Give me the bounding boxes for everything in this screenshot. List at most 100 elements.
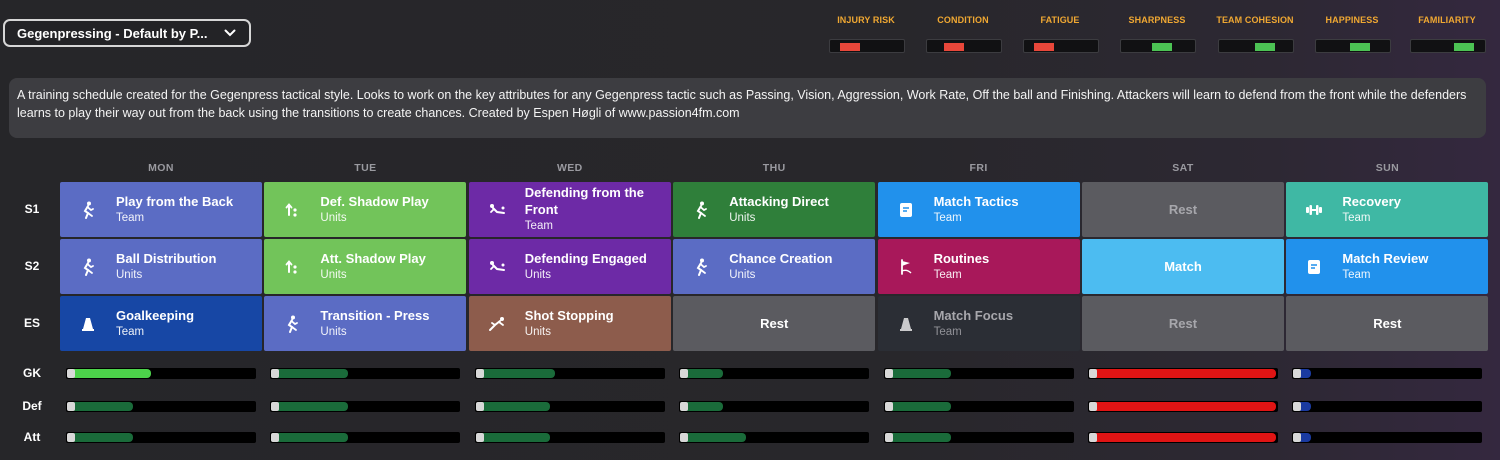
slot-name: Att. Shadow Play	[320, 250, 426, 266]
training-slot-sat-s1[interactable]: Rest	[1082, 182, 1284, 237]
day-header-wed: WED	[556, 162, 583, 174]
load-bar-start-marker	[680, 369, 689, 378]
session-header-s2: S2	[24, 259, 40, 273]
load-bar-start-marker	[1293, 369, 1302, 378]
slot-name: Ball Distribution	[116, 250, 217, 266]
slot-name: Goalkeeping	[116, 307, 195, 323]
load-bar-fill	[482, 369, 555, 378]
slot-text: Defending from the Front Team	[525, 184, 671, 235]
training-slot-wed-s1[interactable]: Defending from the Front Team	[468, 182, 671, 237]
load-bar-sun-gk	[1292, 368, 1483, 379]
training-schedule-screen: Gegenpressing - Default by P... INJURY R…	[0, 0, 1500, 460]
slot-unit: Team	[116, 211, 145, 224]
load-bar-start-marker	[271, 433, 280, 442]
day-header-sun: SUN	[1375, 162, 1400, 174]
running-player-icon	[264, 296, 320, 351]
load-bar-start-marker	[475, 369, 484, 378]
load-bar-start-marker	[1089, 402, 1097, 411]
load-bar-fill	[891, 369, 951, 378]
training-slot-tue-es[interactable]: Transition - Press Units	[264, 296, 467, 351]
training-slot-thu-es[interactable]: Rest	[673, 296, 876, 351]
slot-name: Transition - Press	[320, 307, 430, 323]
training-slot-wed-es[interactable]: Shot Stopping Units	[468, 296, 671, 351]
load-bar-thu-gk	[679, 368, 870, 379]
load-bar-start-marker	[884, 369, 893, 378]
sliding-tackle-icon	[469, 239, 525, 294]
slot-text: Transition - Press Units	[320, 307, 429, 341]
diving-keeper-icon	[469, 296, 525, 351]
slot-text: Att. Shadow Play Units	[320, 250, 425, 284]
load-bar-sat-att	[1088, 432, 1278, 443]
training-slot-mon-s2[interactable]: Ball Distribution Units	[60, 239, 262, 294]
training-slot-fri-s1[interactable]: Match Tactics Team	[877, 182, 1080, 237]
slot-unit: Team	[1342, 211, 1371, 224]
slot-unit: Team	[933, 211, 962, 224]
load-bar-tue-att	[270, 432, 461, 443]
load-bar-start-marker	[67, 433, 75, 442]
training-slot-sun-es[interactable]: Rest	[1286, 296, 1489, 351]
slot-text: Recovery Team	[1342, 193, 1401, 227]
load-bar-fill	[891, 433, 951, 442]
day-header-mon: MON	[148, 162, 174, 174]
training-slot-sun-s2[interactable]: Match Review Team	[1286, 239, 1489, 294]
slot-unit: Units	[320, 211, 347, 224]
slot-name: Chance Creation	[729, 250, 833, 266]
slot-name: Play from the Back	[116, 193, 234, 209]
load-row-header-def: Def	[22, 399, 42, 413]
load-bar-start-marker	[475, 433, 484, 442]
training-slot-tue-s1[interactable]: Def. Shadow Play Units	[264, 182, 467, 237]
day-header-sat: SAT	[1172, 162, 1194, 174]
training-slot-mon-s1[interactable]: Play from the Back Team	[60, 182, 262, 237]
training-slot-sat-s2[interactable]: Match	[1082, 239, 1284, 294]
load-bar-start-marker	[1293, 433, 1302, 442]
training-slot-sun-s1[interactable]: Recovery Team	[1286, 182, 1489, 237]
load-bar-thu-att	[679, 432, 870, 443]
slot-unit: Units	[729, 268, 756, 281]
load-bar-start-marker	[884, 402, 893, 411]
slot-text: Match	[1164, 258, 1202, 275]
sliding-tackle-icon	[469, 182, 525, 237]
slot-name: Rest	[1168, 202, 1198, 217]
cone-icon	[60, 296, 116, 351]
load-bar-fill	[74, 402, 133, 411]
weekly-schedule-grid: MON TUE WED THU FRI SAT SUN S1 S2 ES Play from the…	[0, 0, 1500, 460]
training-slot-sat-es[interactable]: Rest	[1082, 296, 1284, 351]
training-slot-wed-s2[interactable]: Defending Engaged Units	[468, 239, 671, 294]
training-slot-mon-es[interactable]: Goalkeeping Team	[60, 296, 262, 351]
slot-unit: Units	[116, 268, 143, 281]
load-bar-fill	[278, 402, 349, 411]
slot-text: Ball Distribution Units	[116, 250, 216, 284]
training-slot-fri-s2[interactable]: Routines Team	[877, 239, 1080, 294]
slot-name: Defending Engaged	[524, 250, 647, 266]
load-bar-start-marker	[1089, 369, 1097, 378]
load-bar-fill	[1300, 369, 1312, 378]
load-bar-fill	[687, 433, 747, 442]
load-bar-wed-def	[474, 401, 665, 412]
load-bar-fri-gk	[883, 368, 1074, 379]
load-bar-fill	[1300, 402, 1312, 411]
running-player-icon	[60, 182, 116, 237]
load-bar-sat-gk	[1088, 368, 1278, 379]
slot-text: Match Tactics Team	[934, 193, 1019, 227]
load-bar-fri-def	[883, 401, 1074, 412]
slot-text: Attacking Direct Units	[729, 193, 829, 227]
load-row-header-att: Att	[23, 430, 41, 444]
load-bar-fill	[278, 433, 349, 442]
slot-name: Match	[1164, 259, 1202, 274]
load-bar-fill	[1300, 433, 1312, 442]
slot-text: Defending Engaged Units	[525, 250, 647, 284]
slot-text: Rest	[1373, 315, 1401, 332]
load-bar-start-marker	[67, 369, 75, 378]
load-bar-sun-att	[1292, 432, 1483, 443]
slot-unit: Units	[524, 325, 551, 338]
training-slot-tue-s2[interactable]: Att. Shadow Play Units	[264, 239, 467, 294]
slot-name: Match Focus	[933, 307, 1014, 323]
training-slot-thu-s1[interactable]: Attacking Direct Units	[673, 182, 876, 237]
training-slot-thu-s2[interactable]: Chance Creation Units	[673, 239, 876, 294]
dots-arrow-icon	[264, 182, 320, 237]
load-bar-wed-gk	[474, 368, 665, 379]
load-bar-sun-def	[1292, 401, 1483, 412]
slot-name: Rest	[1168, 316, 1198, 331]
training-slot-fri-es[interactable]: Match Focus Team	[877, 296, 1080, 351]
slot-text: Match Focus Team	[934, 307, 1013, 341]
